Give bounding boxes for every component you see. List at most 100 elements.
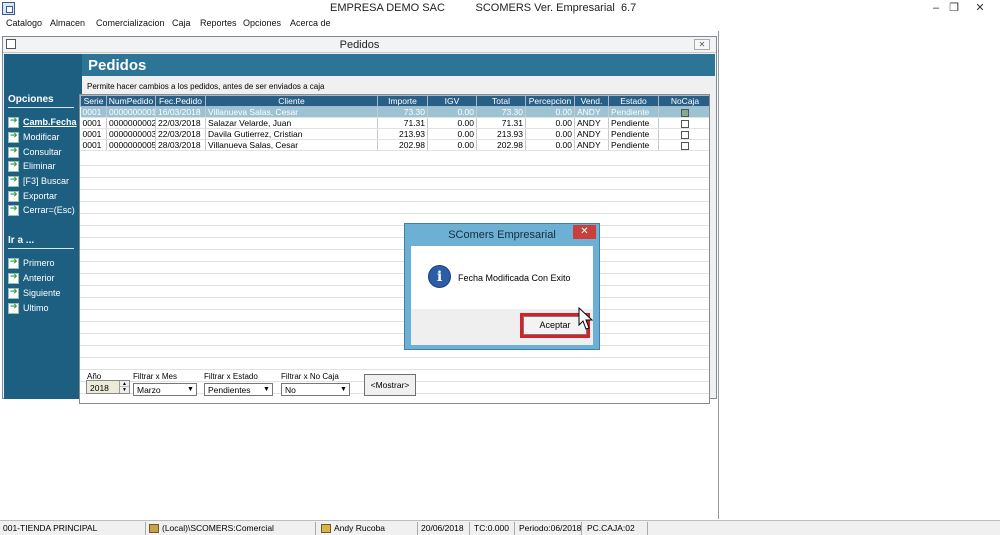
option-label: Cerrar=(Esc) — [23, 205, 75, 215]
col-numpedido[interactable]: NumPedido — [106, 95, 156, 107]
option-cerrar[interactable]: Cerrar=(Esc) — [8, 204, 80, 217]
year-spinner[interactable]: 2018 ▲ ▼ — [86, 380, 130, 394]
pedidos-window-title: Pedidos — [339, 39, 380, 51]
nocaja-checkbox[interactable] — [681, 130, 689, 139]
option-consultar[interactable]: Consultar — [8, 146, 80, 159]
col-estado[interactable]: Estado — [608, 95, 659, 107]
goto-label: Siguiente — [23, 288, 61, 298]
status-tc: TC:0.000 — [471, 522, 515, 535]
mdi-divider — [718, 31, 719, 519]
spin-down-icon[interactable]: ▼ — [119, 387, 129, 393]
option-label: Modificar — [23, 132, 60, 142]
menu-almacen[interactable]: Almacen — [50, 18, 85, 28]
app-icon[interactable] — [2, 2, 15, 15]
goto-ultimo[interactable]: Ultimo — [8, 302, 80, 315]
goto-primero[interactable]: Primero — [8, 257, 80, 270]
info-icon: i — [428, 265, 451, 288]
col-nocaja[interactable]: NoCaja — [658, 95, 709, 107]
option-exportar[interactable]: Exportar — [8, 190, 80, 203]
arrow-right-icon — [8, 257, 19, 269]
cell-vend: ANDY — [574, 139, 609, 151]
table-row[interactable]: 0001 0000000002 22/03/2018 Salazar Velar… — [80, 117, 709, 129]
menu-reportes[interactable]: Reportes — [200, 18, 237, 28]
chevron-down-icon[interactable]: ▼ — [261, 384, 272, 395]
cell-percepcion: 0.00 — [525, 139, 575, 151]
cell-serie: 0001 — [80, 106, 107, 118]
col-total[interactable]: Total — [476, 95, 526, 107]
table-row[interactable]: 0001 0000000001 16/03/2018 Villanueva Sa… — [80, 106, 709, 118]
col-vend[interactable]: Vend. — [574, 95, 609, 107]
month-filter-select[interactable]: Marzo ▼ — [133, 383, 197, 396]
chevron-down-icon[interactable]: ▼ — [185, 384, 196, 395]
nocaja-filter-label: Filtrar x No Caja — [281, 372, 339, 381]
goto-siguiente[interactable]: Siguiente — [8, 287, 80, 300]
cell-percepcion: 0.00 — [525, 128, 575, 140]
arrow-right-icon — [8, 116, 19, 128]
option-modificar[interactable]: Modificar — [8, 131, 80, 144]
status-user-text: Andy Rucoba — [334, 523, 386, 533]
col-percepcion[interactable]: Percepcion — [525, 95, 575, 107]
col-importe[interactable]: Importe — [377, 95, 428, 107]
status-bar: 001-TIENDA PRINCIPAL (Local)\SCOMERS:Com… — [0, 520, 1000, 535]
state-filter-select[interactable]: Pendientes ▼ — [204, 383, 273, 396]
options-divider — [8, 107, 74, 108]
cell-importe: 213.93 — [377, 128, 428, 140]
menu-opciones[interactable]: Opciones — [243, 18, 281, 28]
menu-comercializacion[interactable]: Comercializacion — [96, 18, 165, 28]
cell-total: 71.31 — [476, 117, 526, 129]
cell-importe: 202.98 — [377, 139, 428, 151]
status-period: Periodo:06/2018 — [516, 522, 582, 535]
menu-caja[interactable]: Caja — [172, 18, 191, 28]
user-icon — [321, 524, 331, 534]
nocaja-checkbox[interactable] — [681, 119, 689, 128]
col-cliente[interactable]: Cliente — [205, 95, 378, 107]
cell-estado: Pendiente — [608, 139, 659, 151]
close-window-button[interactable]: ✕ — [694, 39, 710, 50]
option-buscar[interactable]: [F3] Buscar — [8, 175, 80, 188]
menu-acerca-de[interactable]: Acerca de — [290, 18, 331, 28]
cell-total: 73.30 — [476, 106, 526, 118]
status-date: 20/06/2018 — [418, 522, 470, 535]
chevron-down-icon[interactable]: ▼ — [338, 384, 349, 395]
cell-cliente: Villanueva Salas, Cesar — [205, 139, 378, 151]
goto-label: Primero — [23, 258, 55, 268]
menu-catalogo[interactable]: Catalogo — [6, 18, 42, 28]
option-camb-fecha[interactable]: Camb.Fecha — [8, 116, 80, 129]
goto-anterior[interactable]: Anterior — [8, 272, 80, 285]
dialog-body: i Fecha Modificada Con Exito — [411, 246, 593, 309]
main-header: Pedidos — [82, 54, 715, 76]
col-serie[interactable]: Serie — [80, 95, 107, 107]
dialog-close-button[interactable]: ✕ — [573, 225, 596, 239]
col-igv[interactable]: IGV — [427, 95, 477, 107]
pedidos-title-bar[interactable]: Pedidos ✕ — [3, 37, 716, 53]
grid-header-row: Serie NumPedido Fec.Pedido Cliente Impor… — [80, 95, 709, 107]
restore-button[interactable]: ❐ — [942, 0, 966, 17]
table-row[interactable]: 0001 0000000005 28/03/2018 Villanueva Sa… — [80, 139, 709, 151]
nocaja-filter-select[interactable]: No ▼ — [281, 383, 350, 396]
pedidos-grid[interactable]: Serie NumPedido Fec.Pedido Cliente Impor… — [79, 94, 710, 404]
year-value: 2018 — [90, 383, 109, 393]
arrow-right-icon — [8, 160, 19, 172]
cell-fecpedido: 22/03/2018 — [155, 128, 206, 140]
state-filter-label: Filtrar x Estado — [204, 372, 258, 381]
option-label: Consultar — [23, 147, 62, 157]
col-fecpedido[interactable]: Fec.Pedido — [155, 95, 206, 107]
goto-header: Ir a ... — [8, 235, 35, 246]
table-row[interactable]: 0001 0000000003 22/03/2018 Davila Gutier… — [80, 128, 709, 140]
cell-vend: ANDY — [574, 106, 609, 118]
cell-nocaja — [658, 106, 709, 118]
nocaja-checkbox[interactable] — [681, 141, 689, 150]
option-eliminar[interactable]: Eliminar — [8, 160, 80, 173]
cell-nocaja — [658, 117, 709, 129]
arrow-right-icon — [8, 204, 19, 216]
cell-serie: 0001 — [80, 139, 107, 151]
cell-igv: 0.00 — [427, 139, 477, 151]
status-store: 001-TIENDA PRINCIPAL — [0, 522, 146, 535]
nocaja-checkbox[interactable] — [681, 108, 689, 117]
show-button[interactable]: <Mostrar> — [364, 374, 416, 396]
close-app-button[interactable]: ✕ — [968, 0, 992, 17]
goto-label: Anterior — [23, 273, 55, 283]
cell-serie: 0001 — [80, 128, 107, 140]
arrow-right-icon — [8, 272, 19, 284]
nocaja-filter-value: No — [285, 385, 296, 395]
